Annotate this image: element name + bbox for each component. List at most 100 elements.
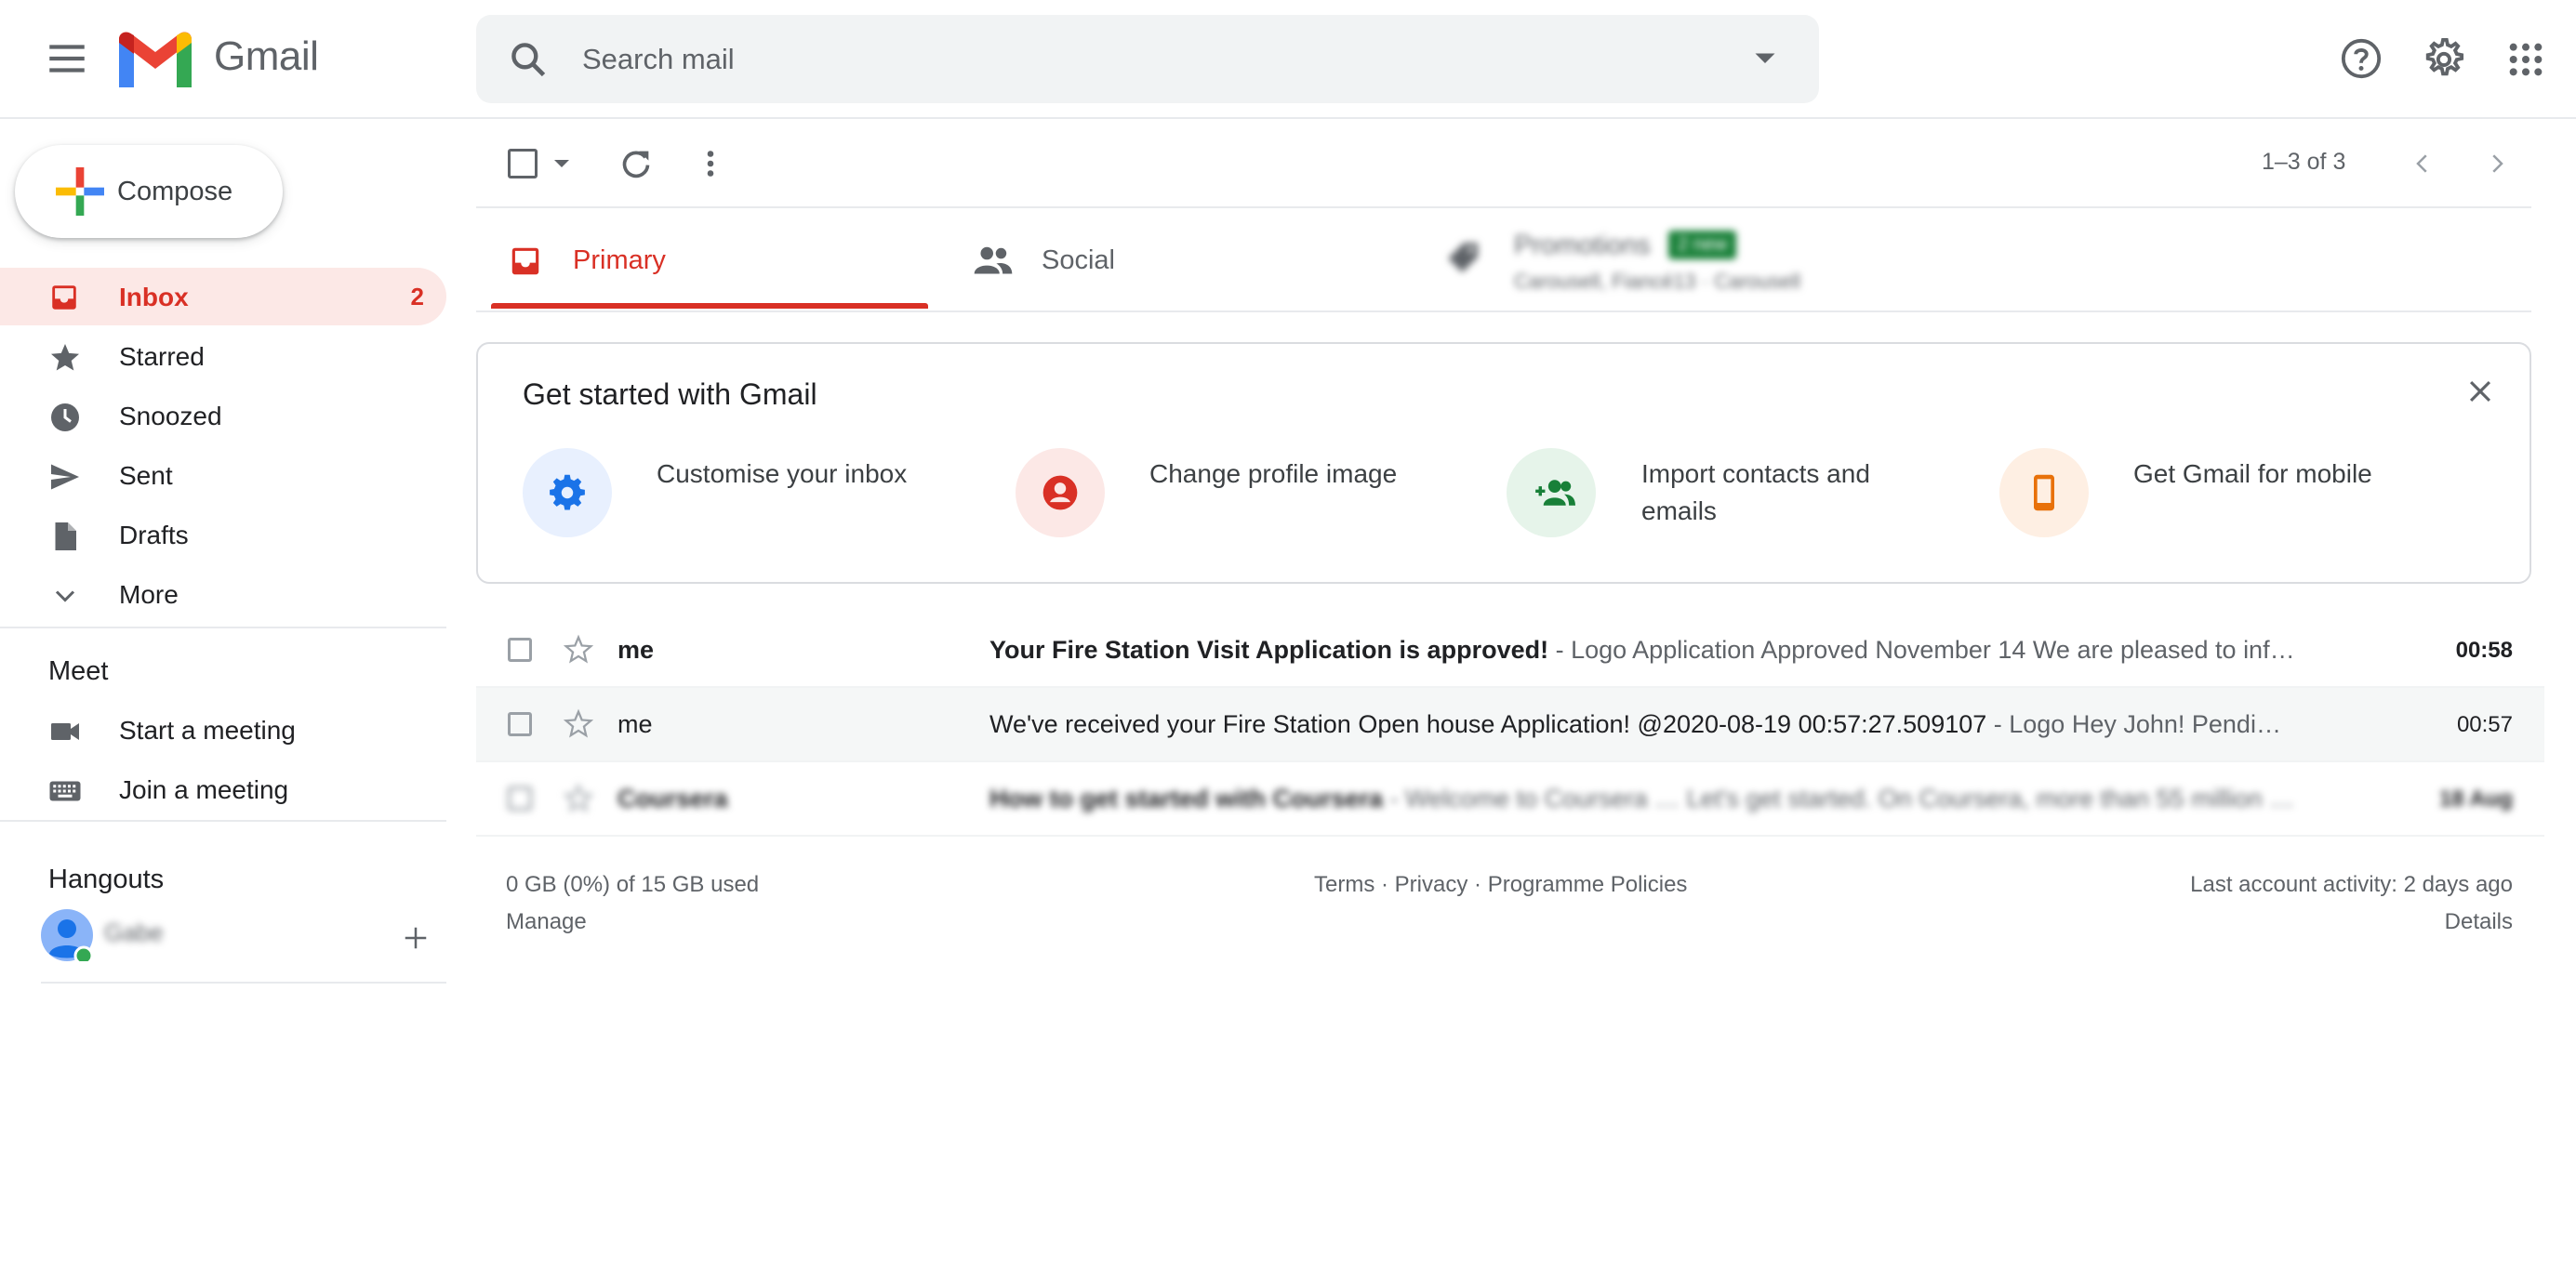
get-gmail-mobile-label[interactable]: Get Gmail for mobile: [2133, 456, 2412, 493]
main-menu-button[interactable]: [41, 35, 93, 82]
get-gmail-mobile-button[interactable]: [1999, 448, 2089, 537]
email-preview: We've received your Fire Station Open ho…: [989, 710, 2347, 739]
tab-label: Promotions: [1514, 231, 1651, 260]
tab-label: Social: [1042, 245, 1115, 275]
search-icon[interactable]: [508, 39, 549, 80]
inbox-icon: [52, 285, 76, 310]
active-tab-indicator: [491, 303, 928, 309]
older-button[interactable]: [2483, 147, 2511, 180]
privacy-link[interactable]: Privacy: [1395, 872, 1468, 897]
footer-separator: ·: [1374, 872, 1395, 897]
new-conversation-button[interactable]: [402, 924, 430, 952]
gmail-logo[interactable]: [119, 32, 192, 87]
row-checkbox[interactable]: [508, 712, 532, 736]
sidebar-item-drafts[interactable]: Drafts: [0, 506, 446, 563]
select-options-button[interactable]: [551, 156, 573, 171]
settings-gear-icon[interactable]: [2422, 37, 2464, 80]
search-input[interactable]: [580, 26, 1700, 93]
sidebar-item-label: Inbox: [119, 283, 189, 311]
google-apps-icon[interactable]: [2507, 41, 2544, 78]
search-options-button[interactable]: [1748, 46, 1782, 69]
sidebar-divider: [0, 627, 446, 628]
sidebar-item-starred[interactable]: Starred: [0, 327, 446, 385]
chevron-down-icon: [55, 590, 75, 602]
footer-separator: ·: [1467, 872, 1488, 897]
plus-icon: [56, 167, 104, 216]
email-row[interactable]: Coursera How to get started with Courser…: [476, 762, 2544, 837]
terms-link[interactable]: Terms: [1314, 872, 1374, 897]
email-subject: We've received your Fire Station Open ho…: [989, 710, 1987, 738]
sidebar-item-snoozed[interactable]: Snoozed: [0, 387, 446, 444]
pagination-label: 1–3 of 3: [2262, 149, 2346, 175]
sidebar-item-more[interactable]: More: [0, 565, 446, 623]
newer-button[interactable]: [2409, 147, 2437, 180]
hangouts-section-title: Hangouts: [48, 865, 165, 894]
star-outline-icon[interactable]: [562, 783, 595, 814]
draft-icon: [55, 522, 76, 550]
chevron-right-icon: [2492, 154, 2503, 173]
sidebar-item-label: Starred: [119, 342, 205, 371]
email-snippet: - Logo Hey John! Pendi…: [1986, 710, 2281, 738]
close-card-button[interactable]: [2464, 376, 2496, 407]
caret-down-icon: [1755, 53, 1775, 63]
sidebar-item-label: More: [119, 580, 179, 609]
sidebar-item-label: Start a meeting: [119, 716, 296, 745]
email-sender: Coursera: [617, 785, 728, 812]
compose-label: Compose: [117, 177, 233, 206]
send-icon: [51, 464, 79, 490]
sidebar-item-label: Drafts: [119, 521, 189, 549]
email-row[interactable]: me We've received your Fire Station Open…: [476, 688, 2544, 762]
email-sender: me: [617, 710, 653, 738]
programme-policies-link[interactable]: Programme Policies: [1488, 872, 1688, 897]
row-checkbox[interactable]: [508, 786, 532, 811]
toolbar-divider: [476, 206, 2531, 208]
import-contacts-label[interactable]: Import contacts and emails: [1641, 456, 1920, 530]
star-outline-icon[interactable]: [562, 634, 595, 666]
email-time: 18 Aug: [2438, 786, 2513, 812]
refresh-button[interactable]: [617, 145, 655, 182]
add-people-icon: [1535, 480, 1575, 506]
row-checkbox[interactable]: [508, 638, 532, 662]
email-time: 00:58: [2455, 638, 2513, 663]
customise-inbox-label[interactable]: Customise your inbox: [657, 456, 936, 493]
compose-button[interactable]: Compose: [15, 145, 283, 238]
phone-icon: [2034, 474, 2054, 511]
email-sender: me: [617, 636, 655, 664]
customise-inbox-button[interactable]: [523, 448, 612, 537]
app-title: Gmail: [214, 33, 319, 79]
sidebar-item-sent[interactable]: Sent: [0, 446, 446, 504]
activity-details-link[interactable]: Details: [2445, 909, 2513, 935]
star-icon: [51, 344, 79, 371]
manage-storage-link[interactable]: Manage: [506, 909, 587, 935]
tab-primary[interactable]: Primary: [491, 210, 928, 312]
unread-count-badge: 2: [410, 283, 424, 310]
tab-label: Primary: [573, 245, 666, 275]
sidebar-item-join-meeting[interactable]: Join a meeting: [0, 760, 446, 818]
tab-promotions[interactable]: Promotions 2 new Carousell, Fiancé13 · C…: [1432, 210, 1990, 312]
tag-icon: [1448, 243, 1478, 272]
email-row[interactable]: me Your Fire Station Visit Application i…: [476, 614, 2544, 688]
email-subject: How to get started with Coursera: [989, 785, 1384, 812]
video-icon: [51, 723, 79, 740]
change-profile-image-label[interactable]: Change profile image: [1149, 456, 1428, 493]
avatar[interactable]: [41, 909, 93, 961]
sidebar-item-inbox[interactable]: Inbox 2: [0, 268, 446, 325]
more-options-button[interactable]: [696, 147, 725, 180]
clock-icon: [51, 403, 79, 431]
tab-social[interactable]: Social: [960, 210, 1397, 312]
hangouts-user-name[interactable]: Gabe: [104, 918, 164, 947]
footer-links: Terms · Privacy · Programme Policies: [1314, 872, 1687, 898]
change-profile-image-button[interactable]: [1016, 448, 1105, 537]
select-all-checkbox[interactable]: [508, 149, 538, 178]
help-icon[interactable]: [2340, 37, 2383, 80]
sidebar-item-start-meeting[interactable]: Start a meeting: [0, 701, 446, 759]
storage-usage: 0 GB (0%) of 15 GB used: [506, 872, 760, 897]
tab-subtext: Carousell, Fiancé13 · Carousell: [1514, 270, 1801, 293]
import-contacts-button[interactable]: [1507, 448, 1596, 537]
last-account-activity: Last account activity: 2 days ago: [2190, 872, 2513, 897]
plus-icon: [405, 927, 427, 949]
email-preview: How to get started with Coursera - Welco…: [989, 785, 2347, 813]
hangouts-divider: [41, 982, 446, 984]
hamburger-icon: [49, 45, 85, 73]
star-outline-icon[interactable]: [562, 708, 595, 740]
